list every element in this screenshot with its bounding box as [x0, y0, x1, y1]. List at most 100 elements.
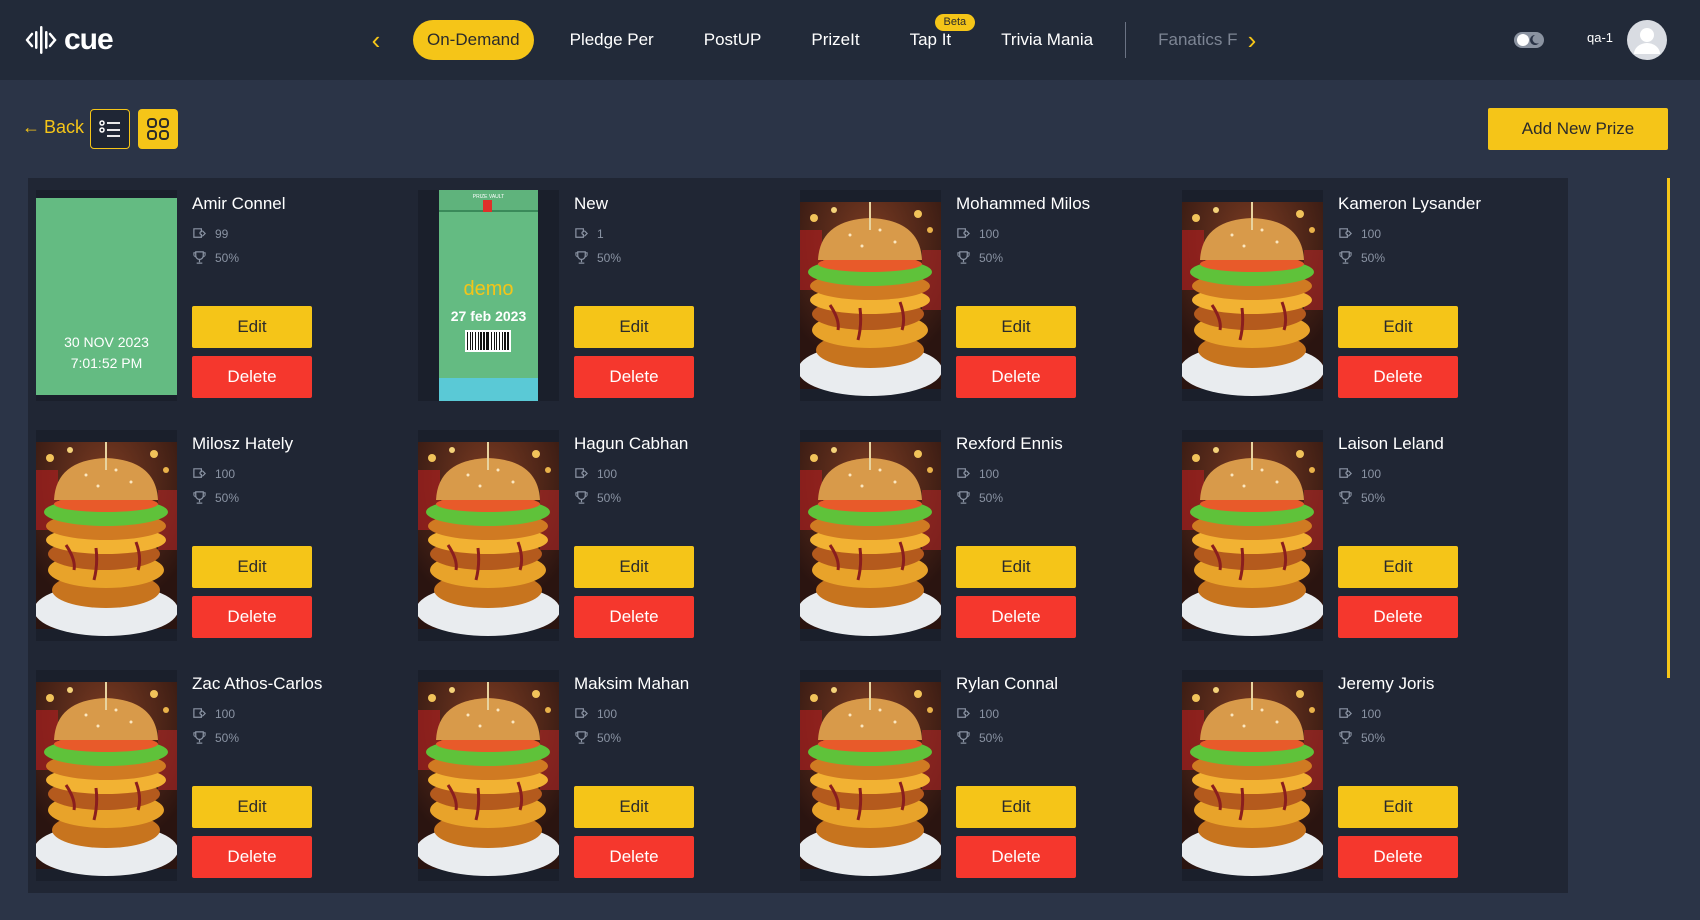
back-label: Back	[44, 117, 85, 137]
tab-prizeit[interactable]: PrizeIt	[797, 20, 873, 60]
prize-percent: 50%	[1338, 730, 1385, 745]
trophy-icon	[1339, 731, 1352, 744]
tab-label: PostUP	[703, 30, 762, 49]
prize-image: PRIZE VAULT demo 27 feb 2023	[418, 190, 559, 401]
edit-button[interactable]: Edit	[192, 786, 312, 828]
edit-button[interactable]: Edit	[1338, 306, 1458, 348]
back-button[interactable]: ← Back	[22, 117, 84, 138]
prize-percent-value: 50%	[1361, 250, 1386, 265]
prize-percent-value: 50%	[1361, 490, 1386, 505]
delete-button[interactable]: Delete	[192, 836, 312, 878]
prize-card: Jeremy Joris 100 50% Edit Delete	[1174, 658, 1568, 893]
prize-percent: 50%	[574, 490, 621, 505]
edit-button[interactable]: Edit	[192, 306, 312, 348]
user-avatar[interactable]	[1627, 20, 1667, 60]
edit-button[interactable]: Edit	[574, 786, 694, 828]
edit-button[interactable]: Edit	[1338, 546, 1458, 588]
trophy-icon	[193, 251, 206, 264]
edit-button[interactable]: Edit	[956, 546, 1076, 588]
tab-label: Pledge Per	[569, 30, 654, 49]
prize-count: 99	[192, 226, 228, 241]
ticket-icon	[575, 708, 588, 718]
trophy-icon	[193, 491, 206, 504]
prize-count: 1	[574, 226, 604, 241]
delete-button[interactable]: Delete	[1338, 356, 1458, 398]
add-new-prize-button[interactable]: Add New Prize	[1488, 108, 1668, 150]
prize-image	[418, 430, 559, 641]
prize-card: Laison Leland 100 50% Edit Delete	[1174, 418, 1568, 658]
tab-trivia-mania[interactable]: Trivia Mania	[987, 20, 1107, 60]
prize-count-value: 100	[979, 466, 1000, 481]
prize-image	[418, 670, 559, 881]
edit-button[interactable]: Edit	[1338, 786, 1458, 828]
edit-button[interactable]: Edit	[574, 546, 694, 588]
prize-count: 100	[1338, 226, 1381, 241]
prize-card: 30 NOV 2023 7:01:52 PM Amir Connel 99 50% Edi…	[28, 178, 422, 418]
prize-image	[36, 430, 177, 641]
tab-postup[interactable]: PostUP	[690, 20, 776, 60]
ticket-icon	[1339, 708, 1352, 718]
prize-card: Zac Athos-Carlos 100 50% Edit Delete	[28, 658, 422, 893]
prize-percent: 50%	[1338, 490, 1385, 505]
nav-next-arrow-icon[interactable]: ›	[1238, 24, 1266, 56]
prize-count: 100	[192, 466, 235, 481]
prize-count: 100	[574, 466, 617, 481]
delete-button[interactable]: Delete	[574, 836, 694, 878]
tab-divider	[1125, 22, 1127, 58]
prize-count-value: 100	[597, 466, 618, 481]
prize-count: 100	[956, 466, 999, 481]
delete-button[interactable]: Delete	[574, 596, 694, 638]
delete-button[interactable]: Delete	[574, 356, 694, 398]
tab-label: On-Demand	[427, 30, 520, 49]
edit-button[interactable]: Edit	[574, 306, 694, 348]
tab-pledge-per[interactable]: Pledge Per	[556, 20, 668, 60]
delete-button[interactable]: Delete	[1338, 836, 1458, 878]
theme-toggle-icon[interactable]	[1513, 29, 1545, 51]
delete-button[interactable]: Delete	[1338, 596, 1458, 638]
prize-count: 100	[956, 226, 999, 241]
prize-percent: 50%	[956, 730, 1003, 745]
list-view-button[interactable]	[90, 109, 130, 149]
delete-button[interactable]: Delete	[192, 356, 312, 398]
edit-button[interactable]: Edit	[192, 546, 312, 588]
prize-percent: 50%	[192, 250, 239, 265]
cue-logo[interactable]: cue	[24, 20, 114, 60]
grid-icon	[147, 118, 169, 140]
waveform-logo-icon	[25, 26, 57, 54]
prize-percent-value: 50%	[597, 490, 622, 505]
tab-on-demand[interactable]: On-Demand	[413, 20, 534, 60]
tab-fanatics-f[interactable]: Fanatics F	[1144, 20, 1251, 60]
scrollbar-thumb[interactable]	[1667, 178, 1670, 678]
nav-prev-arrow-icon[interactable]: ‹	[362, 24, 390, 56]
prize-percent: 50%	[574, 250, 621, 265]
delete-button[interactable]: Delete	[192, 596, 312, 638]
demo-marker	[483, 200, 492, 212]
prize-name: Amir Connel	[192, 194, 286, 213]
prize-image	[800, 190, 941, 401]
list-icon	[99, 120, 120, 137]
delete-button[interactable]: Delete	[956, 356, 1076, 398]
trophy-icon	[957, 731, 970, 744]
prize-card: Milosz Hately 100 50% Edit Delete	[28, 418, 422, 658]
tab-tap-it[interactable]: Tap It Beta	[896, 14, 976, 60]
burger-photo	[1182, 682, 1323, 876]
edit-button[interactable]: Edit	[956, 786, 1076, 828]
prize-count: 100	[574, 706, 617, 721]
grid-view-button[interactable]	[138, 109, 178, 149]
delete-button[interactable]: Delete	[956, 596, 1076, 638]
demo-word: demo	[463, 278, 514, 300]
prize-card: Rylan Connal 100 50% Edit Delete	[792, 658, 1186, 893]
prize-card: Mohammed Milos 100 50% Edit Delete	[792, 178, 1186, 418]
prize-image: 30 NOV 2023 7:01:52 PM	[36, 190, 177, 401]
prize-count-value: 100	[1361, 226, 1382, 241]
delete-button[interactable]: Delete	[956, 836, 1076, 878]
burger-photo	[418, 682, 559, 876]
prize-card: Rexford Ennis 100 50% Edit Delete	[792, 418, 1186, 658]
trophy-icon	[575, 731, 588, 744]
prize-name: Jeremy Joris	[1338, 674, 1435, 693]
prize-count-value: 100	[215, 466, 236, 481]
prize-percent: 50%	[956, 250, 1003, 265]
edit-button[interactable]: Edit	[956, 306, 1076, 348]
prize-image	[800, 430, 941, 641]
prize-percent-value: 50%	[979, 250, 1004, 265]
